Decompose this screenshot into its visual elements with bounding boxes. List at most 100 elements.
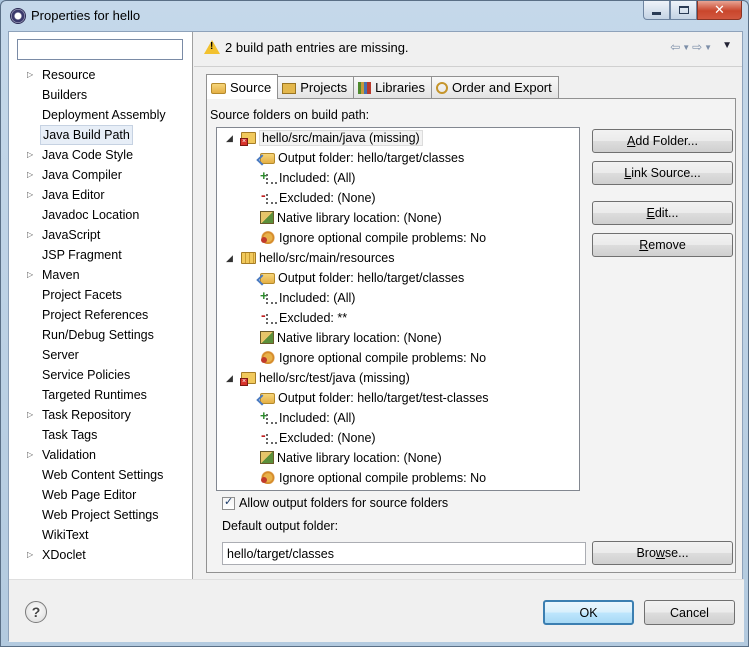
excluded-icon [260,185,277,205]
sidebar-item-label: JSP Fragment [42,248,122,262]
sidebar-item[interactable]: ▷ Java Editor [9,185,193,205]
sidebar-item[interactable]: Service Policies [9,365,193,385]
expand-arrow-icon[interactable]: ▷ [27,185,33,205]
source-attribute-node[interactable]: Native library location: (None) [217,208,579,228]
sidebar-item[interactable]: ▷ Java Compiler [9,165,193,185]
forward-arrow-icon[interactable]: ⇨ [692,40,702,54]
source-attribute-text: Native library location: (None) [277,211,442,225]
source-folder-node[interactable]: ◢ × hello/src/main/java (missing) [217,128,579,148]
link-source-button[interactable]: Link Source... [592,161,733,185]
source-attribute-node[interactable]: Excluded: (None) [217,425,579,448]
source-attribute-node[interactable]: Output folder: hello/target/classes [217,268,579,288]
history-nav: ⇦ ▼ ⇨ ▼ ▼ [670,40,732,54]
sidebar-item[interactable]: ▷ JavaScript [9,225,193,245]
default-output-folder-input[interactable] [222,542,586,565]
source-attribute-node[interactable]: Included: (All) [217,286,579,308]
source-attribute-node[interactable]: Output folder: hello/target/classes [217,148,579,168]
ok-button[interactable]: OK [543,600,634,625]
sidebar-item[interactable]: Java Build Path [9,125,193,145]
back-dropdown-icon[interactable]: ▼ [682,43,690,54]
source-attribute-node[interactable]: Excluded: (None) [217,185,579,208]
expand-arrow-icon[interactable]: ▷ [27,545,33,565]
sidebar-item[interactable]: Project References [9,305,193,325]
source-attribute-node[interactable]: Native library location: (None) [217,328,579,348]
sidebar-item[interactable]: Targeted Runtimes [9,385,193,405]
expand-arrow-icon[interactable]: ▷ [27,65,33,85]
source-attribute-text: Output folder: hello/target/classes [278,271,465,285]
source-attribute-node[interactable]: Excluded: ** [217,305,579,328]
source-attribute-node[interactable]: Ignore optional compile problems: No [217,468,579,488]
expand-arrow-icon[interactable]: ▷ [27,405,33,425]
source-folder-tree[interactable]: ◢ × hello/src/main/java (missing) Output fo… [216,127,580,491]
back-arrow-icon[interactable]: ⇦ [670,40,680,54]
default-output-folder-label: Default output folder: [222,519,339,533]
excluded-icon [260,425,277,445]
tab-projects[interactable]: Projects [277,76,355,98]
sidebar-item[interactable]: Web Project Settings [9,505,193,525]
remove-button[interactable]: Remove [592,233,733,257]
expand-arrow-icon[interactable]: ▷ [27,225,33,245]
minimize-button[interactable] [643,1,670,20]
properties-window: Properties for hello ✕ ▷ Resource Builders… [0,0,749,647]
sidebar-item[interactable]: Builders [9,85,193,105]
source-attribute-node[interactable]: Included: (All) [217,166,579,188]
sidebar-item[interactable]: ▷ Maven [9,265,193,285]
sidebar-item-label: Web Content Settings [42,468,164,482]
source-folder-node[interactable]: ◢ hello/src/main/resources [217,248,579,268]
sidebar-item[interactable]: Web Content Settings [9,465,193,485]
forward-dropdown-icon[interactable]: ▼ [704,43,712,54]
source-attribute-node[interactable]: Ignore optional compile problems: No [217,228,579,248]
collapse-arrow-icon[interactable]: ◢ [226,368,233,388]
sidebar-item-label: Deployment Assembly [42,108,166,122]
sidebar-item[interactable]: WikiText [9,525,193,545]
source-folder-icon [211,82,226,94]
maximize-button[interactable] [670,1,697,20]
output-folder-icon [260,393,275,404]
collapse-arrow-icon[interactable]: ◢ [226,128,233,148]
sidebar-item[interactable]: ▷ XDoclet [9,545,193,565]
cancel-button[interactable]: Cancel [644,600,735,625]
tab-source[interactable]: Source [206,74,279,99]
order-export-icon [436,81,449,94]
close-button[interactable]: ✕ [697,1,742,20]
source-attribute-node[interactable]: Output folder: hello/target/test-classes [217,388,579,408]
sidebar-item[interactable]: ▷ Task Repository [9,405,193,425]
sidebar-item[interactable]: ▷ Resource [9,65,193,85]
dialog-button-bar: ? OK Cancel [9,579,744,642]
collapse-arrow-icon[interactable]: ◢ [226,248,233,268]
allow-output-folders-checkbox[interactable] [222,495,235,510]
help-icon[interactable]: ? [25,601,47,623]
expand-arrow-icon[interactable]: ▷ [27,445,33,465]
tab-libraries[interactable]: Libraries [353,76,433,98]
sidebar-item[interactable]: ▷ Java Code Style [9,145,193,165]
expand-arrow-icon[interactable]: ▷ [27,165,33,185]
source-attribute-node[interactable]: Included: (All) [217,406,579,428]
ignore-problems-icon [260,230,276,244]
source-attribute-node[interactable]: Native library location: (None) [217,448,579,468]
tab-label: Projects [300,80,348,95]
filter-input[interactable] [17,39,183,60]
expand-arrow-icon[interactable]: ▷ [27,145,33,165]
tab-label: Order and Export [452,80,552,95]
expand-arrow-icon[interactable]: ▷ [27,265,33,285]
add-folder-button[interactable]: Add Folder... [592,129,733,153]
view-menu-icon[interactable]: ▼ [722,40,732,54]
sidebar-item[interactable]: Task Tags [9,425,193,445]
source-attribute-text: Output folder: hello/target/test-classes [278,391,489,405]
title-bar[interactable]: Properties for hello ✕ [1,1,748,31]
source-attribute-node[interactable]: Ignore optional compile problems: No [217,348,579,368]
sidebar-item[interactable]: Run/Debug Settings [9,325,193,345]
sidebar-item[interactable]: Javadoc Location [9,205,193,225]
sidebar-item[interactable]: Deployment Assembly [9,105,193,125]
allow-output-folders-row[interactable]: Allow output folders for source folders [222,495,448,510]
sidebar-item[interactable]: Project Facets [9,285,193,305]
sidebar-item[interactable]: Server [9,345,193,365]
sidebar-item[interactable]: JSP Fragment [9,245,193,265]
browse-button[interactable]: Bro w se... [592,541,733,565]
sidebar-item[interactable]: ▷ Validation [9,445,193,465]
source-folder-node[interactable]: ◢ × hello/src/test/java (missing) [217,368,579,388]
included-icon [260,166,277,186]
sidebar-item[interactable]: Web Page Editor [9,485,193,505]
edit-button[interactable]: Edit... [592,201,733,225]
tab-order-and-export[interactable]: Order and Export [431,76,559,98]
